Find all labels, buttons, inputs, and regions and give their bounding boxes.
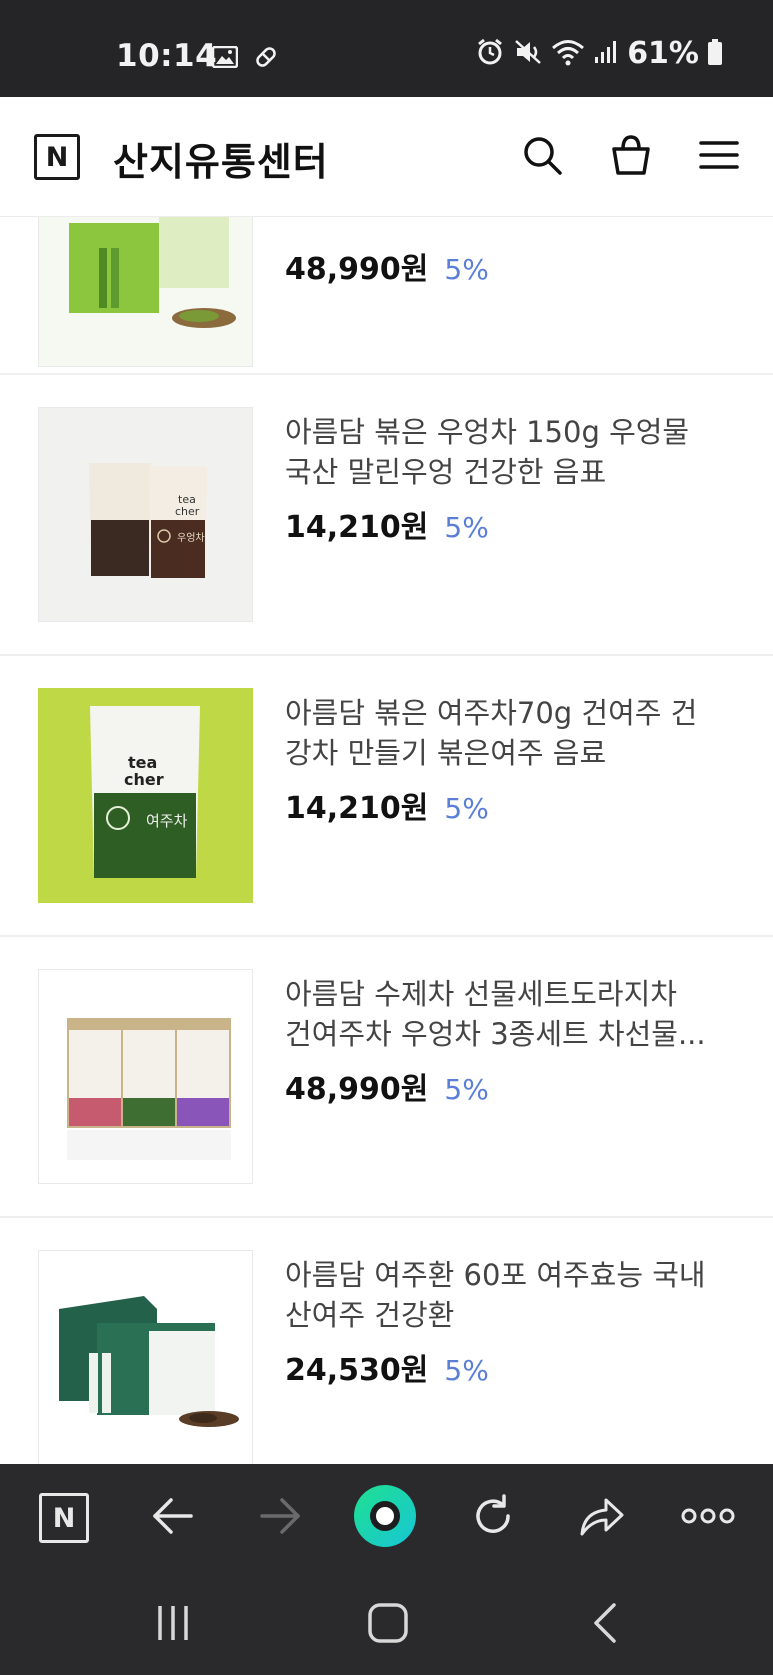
refresh-button[interactable] [465, 1490, 521, 1546]
product-thumbnail[interactable] [38, 217, 253, 367]
product-price: 48,990원 [285, 252, 429, 287]
product-price: 48,990원 [285, 1072, 429, 1107]
product-name-line: 국산 말린우엉 건강한 음표 [285, 455, 607, 489]
product-discount: 5% [444, 792, 489, 825]
refresh-icon [470, 1493, 516, 1543]
product-discount: 5% [444, 1073, 489, 1106]
home-button[interactable] [363, 1600, 413, 1650]
system-nav-bar [0, 1572, 773, 1675]
forward-button[interactable] [252, 1490, 308, 1546]
search-button[interactable] [518, 133, 566, 181]
product-item[interactable]: tea cher 우엉차 아름담 볶은 우엉차 150g 우엉물 국산 말린우엉… [0, 375, 773, 656]
product-price: 14,210원 [285, 510, 429, 545]
product-item[interactable]: 아름담 여주환 60포 여주효능 국내 산여주 건강환 24,530원 5% [0, 1218, 773, 1464]
status-left-icons [211, 44, 280, 74]
more-icon [681, 1506, 735, 1530]
cart-button[interactable] [607, 133, 655, 181]
product-name: 아름담 여주환 60포 여주효능 국내 산여주 건강환 [285, 1255, 735, 1335]
recent-apps-icon [155, 1604, 191, 1646]
status-right: 61% [475, 36, 723, 71]
battery-percent: 61% [627, 36, 699, 71]
pouch-product-label: 우엉차 [177, 532, 205, 544]
back-icon [590, 1603, 620, 1647]
product-thumbnail[interactable] [38, 969, 253, 1184]
search-icon [521, 134, 563, 180]
product-name: 아름담 수제차 선물세트도라지차 건여주차 우엉차 3종세트 차선물... [285, 974, 735, 1054]
naver-home-button[interactable]: N [36, 1490, 92, 1546]
green-dot-button[interactable] [352, 1485, 418, 1551]
product-item[interactable]: tea cher 여주차 아름담 볶은 여주차70g 건여주 건 강차 만들기 … [0, 656, 773, 937]
pouch-brand-bottom: cher [124, 770, 164, 789]
product-discount: 5% [444, 1354, 489, 1387]
product-info: 아름담 여주환 60포 여주효능 국내 산여주 건강환 24,530원 5% [285, 1255, 735, 1389]
status-bar: 10:14 61% [0, 0, 773, 97]
price-line: 14,210원 5% [285, 783, 735, 827]
share-button[interactable] [574, 1490, 630, 1546]
product-thumbnail[interactable]: tea cher 우엉차 [38, 407, 253, 622]
product-info: 아름담 볶은 여주차70g 건여주 건 강차 만들기 볶은여주 음료 14,21… [285, 693, 735, 827]
product-name: 아름담 볶은 우엉차 150g 우엉물 국산 말린우엉 건강한 음표 [285, 412, 735, 492]
green-dot-icon [352, 1483, 418, 1553]
naver-logo[interactable]: N [34, 134, 80, 180]
recent-apps-button[interactable] [148, 1600, 198, 1650]
product-info: 아름담 수제차 선물세트도라지차 건여주차 우엉차 3종세트 차선물... 48… [285, 974, 735, 1108]
product-thumbnail[interactable] [38, 1250, 253, 1464]
product-name-line: 아름담 수제차 선물세트도라지차 [285, 977, 677, 1011]
wifi-icon [551, 38, 585, 70]
price-line: 24,530원 5% [285, 1345, 735, 1389]
battery-icon [707, 38, 723, 70]
product-name-line: 강차 만들기 볶은여주 음료 [285, 736, 607, 770]
mute-icon [513, 37, 543, 71]
product-name-line: 건여주차 우엉차 3종세트 차선물... [285, 1017, 706, 1051]
product-name-line: 산여주 건강환 [285, 1298, 455, 1332]
product-price: 24,530원 [285, 1353, 429, 1388]
signal-icon [593, 39, 619, 69]
naver-home-icon: N [39, 1493, 89, 1543]
product-info: 48,990원 5% [285, 234, 735, 288]
home-icon [367, 1602, 409, 1648]
product-discount: 5% [444, 511, 489, 544]
status-time: 10:14 [116, 38, 218, 74]
image-icon [211, 45, 239, 72]
paperclip-icon [252, 44, 280, 74]
product-name: 아름담 볶은 여주차70g 건여주 건 강차 만들기 볶은여주 음료 [285, 693, 735, 773]
product-name-line: 아름담 볶은 우엉차 150g 우엉물 [285, 415, 690, 449]
back-button[interactable] [145, 1490, 201, 1546]
cart-icon [609, 133, 653, 181]
store-header: N 산지유통센터 [0, 97, 773, 217]
price-line: 48,990원 5% [285, 1064, 735, 1108]
pouch-product-label: 여주차 [146, 812, 188, 830]
share-icon [578, 1494, 626, 1542]
product-thumbnail[interactable]: tea cher 여주차 [38, 688, 253, 903]
product-price: 14,210원 [285, 791, 429, 826]
product-name-line: 아름담 볶은 여주차70g 건여주 건 [285, 696, 698, 730]
more-button[interactable] [680, 1490, 736, 1546]
product-item[interactable]: 48,990원 5% [0, 217, 773, 375]
menu-button[interactable] [695, 133, 743, 181]
store-title[interactable]: 산지유통센터 [113, 131, 329, 186]
menu-icon [699, 138, 739, 176]
screen: 10:14 61% N 산지유통센터 48,990원 5% tea cher 우… [0, 0, 773, 1675]
system-back-button[interactable] [580, 1600, 630, 1650]
forward-arrow-icon [258, 1496, 302, 1540]
price-line: 48,990원 5% [285, 244, 735, 288]
product-list: 48,990원 5% tea cher 우엉차 아름담 볶은 우엉차 150g … [0, 217, 773, 1464]
back-arrow-icon [151, 1496, 195, 1540]
price-line: 14,210원 5% [285, 502, 735, 546]
product-item[interactable]: 아름담 수제차 선물세트도라지차 건여주차 우엉차 3종세트 차선물... 48… [0, 937, 773, 1218]
product-name-line: 아름담 여주환 60포 여주효능 국내 [285, 1258, 706, 1292]
pouch-brand-bottom: cher [175, 505, 200, 518]
product-discount: 5% [444, 253, 489, 286]
product-info: 아름담 볶은 우엉차 150g 우엉물 국산 말린우엉 건강한 음표 14,21… [285, 412, 735, 546]
alarm-icon [475, 37, 505, 71]
browser-toolbar: N [0, 1464, 773, 1572]
